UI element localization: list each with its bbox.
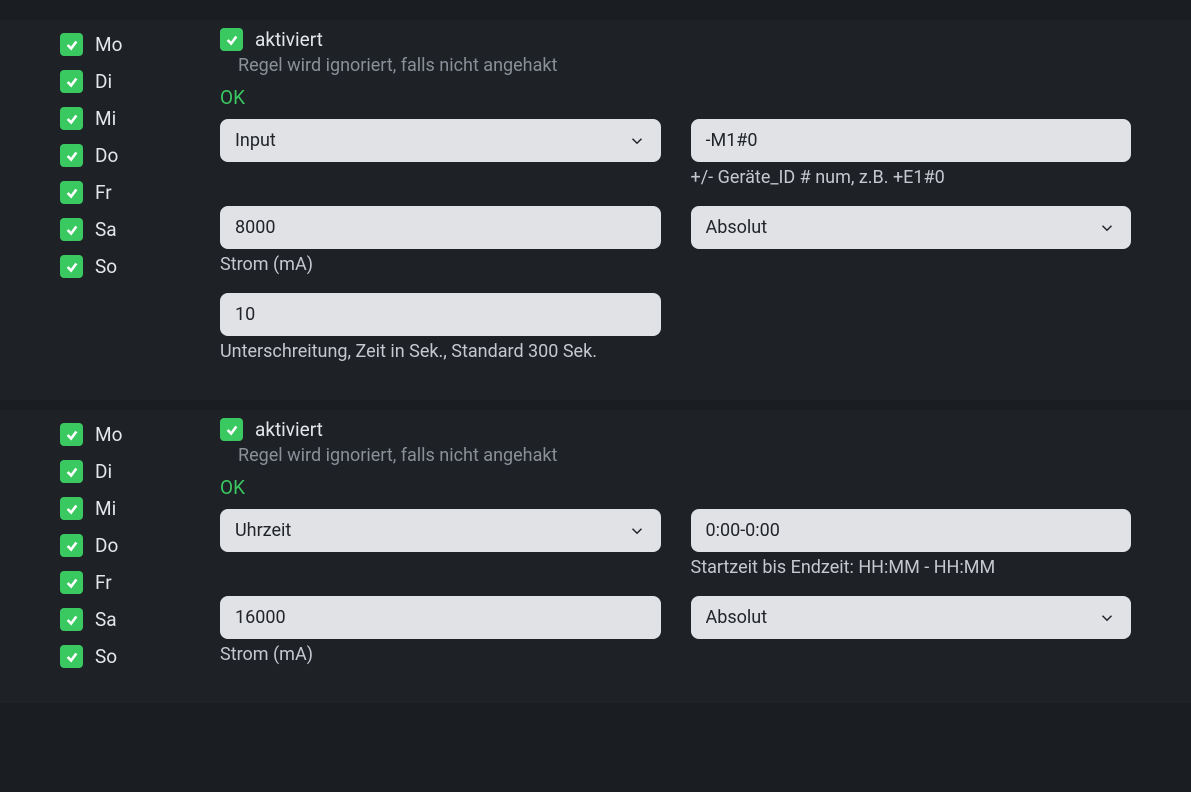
day-checkbox-so[interactable] xyxy=(60,255,83,278)
current-input[interactable] xyxy=(220,206,661,249)
day-label: Fr xyxy=(95,571,112,594)
day-row-fr: Fr xyxy=(60,181,160,204)
trigger-value-input[interactable] xyxy=(691,119,1132,162)
day-checkbox-mo[interactable] xyxy=(60,33,83,56)
day-label: Fr xyxy=(95,181,112,204)
day-label: Mo xyxy=(95,423,122,446)
rule-card: Mo Di Mi Do Fr Sa xyxy=(0,410,1191,703)
activated-checkbox[interactable] xyxy=(220,418,243,441)
day-checkbox-di[interactable] xyxy=(60,460,83,483)
day-label: Sa xyxy=(95,608,117,631)
day-label: Mi xyxy=(95,107,116,130)
day-row-di: Di xyxy=(60,460,160,483)
activated-label: aktiviert xyxy=(255,418,323,441)
day-checkbox-fr[interactable] xyxy=(60,571,83,594)
rule-card: Mo Di Mi Do Fr Sa xyxy=(0,20,1191,400)
days-column: Mo Di Mi Do Fr Sa xyxy=(60,28,160,380)
debounce-hint: Unterschreitung, Zeit in Sek., Standard … xyxy=(220,341,661,362)
day-row-mi: Mi xyxy=(60,107,160,130)
day-checkbox-di[interactable] xyxy=(60,70,83,93)
day-row-mo: Mo xyxy=(60,33,160,56)
day-row-do: Do xyxy=(60,144,160,167)
day-label: Di xyxy=(95,460,112,483)
day-checkbox-sa[interactable] xyxy=(60,608,83,631)
day-row-sa: Sa xyxy=(60,608,160,631)
current-input[interactable] xyxy=(220,596,661,639)
status-text: OK xyxy=(220,476,1131,499)
day-label: Do xyxy=(95,144,118,167)
day-row-fr: Fr xyxy=(60,571,160,594)
day-row-mo: Mo xyxy=(60,423,160,446)
debounce-input[interactable] xyxy=(220,293,661,336)
trigger-type-select[interactable] xyxy=(220,119,661,162)
day-label: So xyxy=(95,645,117,668)
mode-select[interactable] xyxy=(691,206,1132,249)
day-row-so: So xyxy=(60,645,160,668)
trigger-value-hint: Startzeit bis Endzeit: HH:MM - HH:MM xyxy=(691,557,1132,578)
activated-label: aktiviert xyxy=(255,28,323,51)
mode-select[interactable] xyxy=(691,596,1132,639)
day-row-so: So xyxy=(60,255,160,278)
day-row-do: Do xyxy=(60,534,160,557)
day-row-mi: Mi xyxy=(60,497,160,520)
days-column: Mo Di Mi Do Fr Sa xyxy=(60,418,160,683)
activated-hint: Regel wird ignoriert, falls nicht angeha… xyxy=(238,55,1131,76)
day-label: Do xyxy=(95,534,118,557)
trigger-value-hint: +/- Geräte_ID # num, z.B. +E1#0 xyxy=(691,167,1132,188)
day-checkbox-sa[interactable] xyxy=(60,218,83,241)
day-label: Di xyxy=(95,70,112,93)
day-checkbox-so[interactable] xyxy=(60,645,83,668)
trigger-type-select[interactable] xyxy=(220,509,661,552)
day-checkbox-mi[interactable] xyxy=(60,107,83,130)
day-checkbox-mo[interactable] xyxy=(60,423,83,446)
rule-params: aktiviert Regel wird ignoriert, falls ni… xyxy=(220,28,1131,380)
rule-params: aktiviert Regel wird ignoriert, falls ni… xyxy=(220,418,1131,683)
day-checkbox-fr[interactable] xyxy=(60,181,83,204)
day-row-di: Di xyxy=(60,70,160,93)
day-label: Mo xyxy=(95,33,122,56)
day-checkbox-do[interactable] xyxy=(60,144,83,167)
day-checkbox-mi[interactable] xyxy=(60,497,83,520)
day-row-sa: Sa xyxy=(60,218,160,241)
current-label: Strom (mA) xyxy=(220,254,661,275)
day-label: Mi xyxy=(95,497,116,520)
activated-hint: Regel wird ignoriert, falls nicht angeha… xyxy=(238,445,1131,466)
trigger-value-input[interactable] xyxy=(691,509,1132,552)
day-label: So xyxy=(95,255,117,278)
day-label: Sa xyxy=(95,218,117,241)
activated-checkbox[interactable] xyxy=(220,28,243,51)
day-checkbox-do[interactable] xyxy=(60,534,83,557)
current-label: Strom (mA) xyxy=(220,644,661,665)
status-text: OK xyxy=(220,86,1131,109)
